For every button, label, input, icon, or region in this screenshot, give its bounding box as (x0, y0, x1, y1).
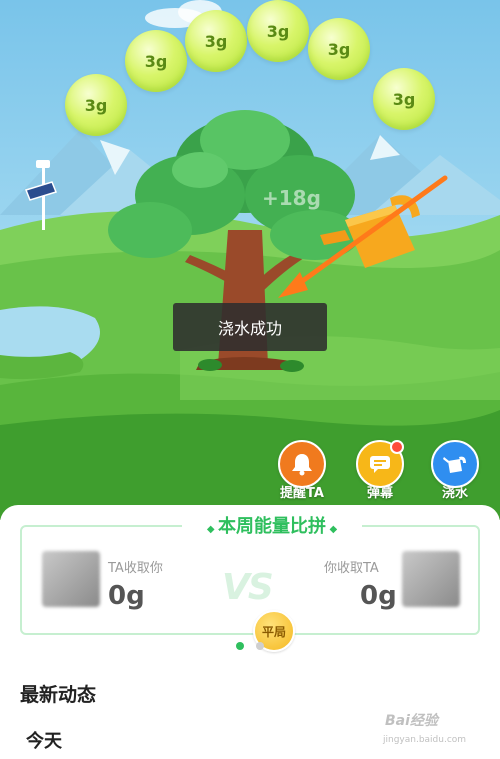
remind-ta-button[interactable]: 提醒TA (272, 440, 332, 501)
latest-activity-heading: 最新动态 (20, 684, 97, 706)
energy-bubble[interactable]: 3g (65, 74, 127, 136)
my-avatar[interactable] (402, 551, 460, 607)
vs-text: VS (222, 567, 274, 608)
energy-bubble[interactable]: 3g (125, 30, 187, 92)
ta-collected-caption: TA收取你 (108, 561, 163, 576)
weekly-energy-card[interactable]: ◆ 本周能量比拼 ◆ TA收取你 0g VS 平局 你收取TA 0g (20, 514, 480, 652)
weekly-card-title: ◆ 本周能量比拼 ◆ (182, 514, 362, 540)
watermark: Bai经验 (385, 713, 438, 729)
you-collected-value: 0g (360, 581, 397, 611)
watering-can-icon (431, 440, 479, 488)
water-button[interactable]: 浇水 (425, 440, 485, 501)
forest-scene: 3g 3g 3g 3g 3g 3g +18g 浇水成功 提醒TA 弹幕 浇水 (0, 0, 500, 520)
bell-icon (278, 440, 326, 488)
danmaku-button[interactable]: 弹幕 (350, 440, 410, 501)
title-decoration-right: ◆ (326, 524, 338, 535)
energy-bubble[interactable]: 3g (247, 0, 309, 62)
pager-dot[interactable] (256, 642, 264, 650)
energy-bubble[interactable]: 3g (373, 68, 435, 130)
danmaku-icon (356, 440, 404, 488)
ta-collected-value: 0g (108, 581, 145, 611)
weekly-card-title-text: 本周能量比拼 (218, 516, 326, 537)
today-label: 今天 (26, 731, 62, 752)
floating-energy-gain: +18g (262, 186, 321, 210)
you-collected-caption: 你收取TA (324, 561, 379, 576)
energy-bubble[interactable]: 3g (308, 18, 370, 80)
watermark-url: jingyan.baidu.com (383, 735, 467, 745)
energy-bubble[interactable]: 3g (185, 10, 247, 72)
toast-message: 浇水成功 (173, 303, 327, 351)
friend-avatar[interactable] (42, 551, 100, 607)
card-pager[interactable] (236, 642, 264, 650)
title-decoration-left: ◆ (206, 524, 218, 535)
pager-dot-active[interactable] (236, 642, 244, 650)
notification-badge (390, 440, 404, 454)
